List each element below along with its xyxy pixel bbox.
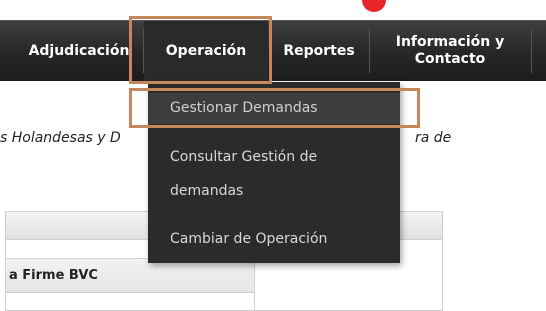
nav-item-label: Operación	[165, 42, 247, 59]
nav-item-label-line1: Información y	[395, 34, 505, 50]
nav-item-label: Información y Contacto	[396, 34, 505, 68]
menu-item-label-line2: demandas	[170, 183, 244, 199]
menu-item-consultar-gestion[interactable]: Consultar Gestión de demandas	[148, 142, 400, 207]
menu-item-cambiar-operacion[interactable]: Cambiar de Operación	[148, 224, 400, 255]
nav-item-label: Reportes	[283, 42, 355, 59]
menu-item-gestionar-demandas[interactable]: Gestionar Demandas	[148, 93, 400, 124]
content-text-left: s Holandesas y D	[0, 130, 121, 146]
main-navbar: Adjudicación Operación Reportes Informac…	[0, 20, 546, 81]
nav-item-informacion-contacto[interactable]: Información y Contacto	[370, 21, 530, 81]
operacion-dropdown-menu: Gestionar Demandas Consultar Gestión de …	[148, 82, 400, 263]
nav-item-label: Adjudicación	[28, 42, 130, 59]
nav-item-label-line2: Contacto	[414, 51, 486, 67]
sub-panel: a Firme BVC	[5, 258, 255, 311]
top-strip	[0, 0, 546, 18]
sub-panel-title: a Firme BVC	[6, 259, 254, 293]
nav-item-adjudicacion[interactable]: Adjudicación	[20, 21, 138, 81]
menu-item-label: Cambiar de Operación	[170, 231, 328, 247]
nav-item-reportes[interactable]: Reportes	[270, 21, 368, 81]
menu-item-label-line1: Consultar Gestión de	[170, 149, 318, 165]
nav-item-operacion[interactable]: Operación	[144, 21, 268, 81]
nav-divider	[531, 29, 532, 73]
content-text-right: ra de	[415, 130, 452, 146]
menu-item-label: Gestionar Demandas	[170, 100, 318, 116]
